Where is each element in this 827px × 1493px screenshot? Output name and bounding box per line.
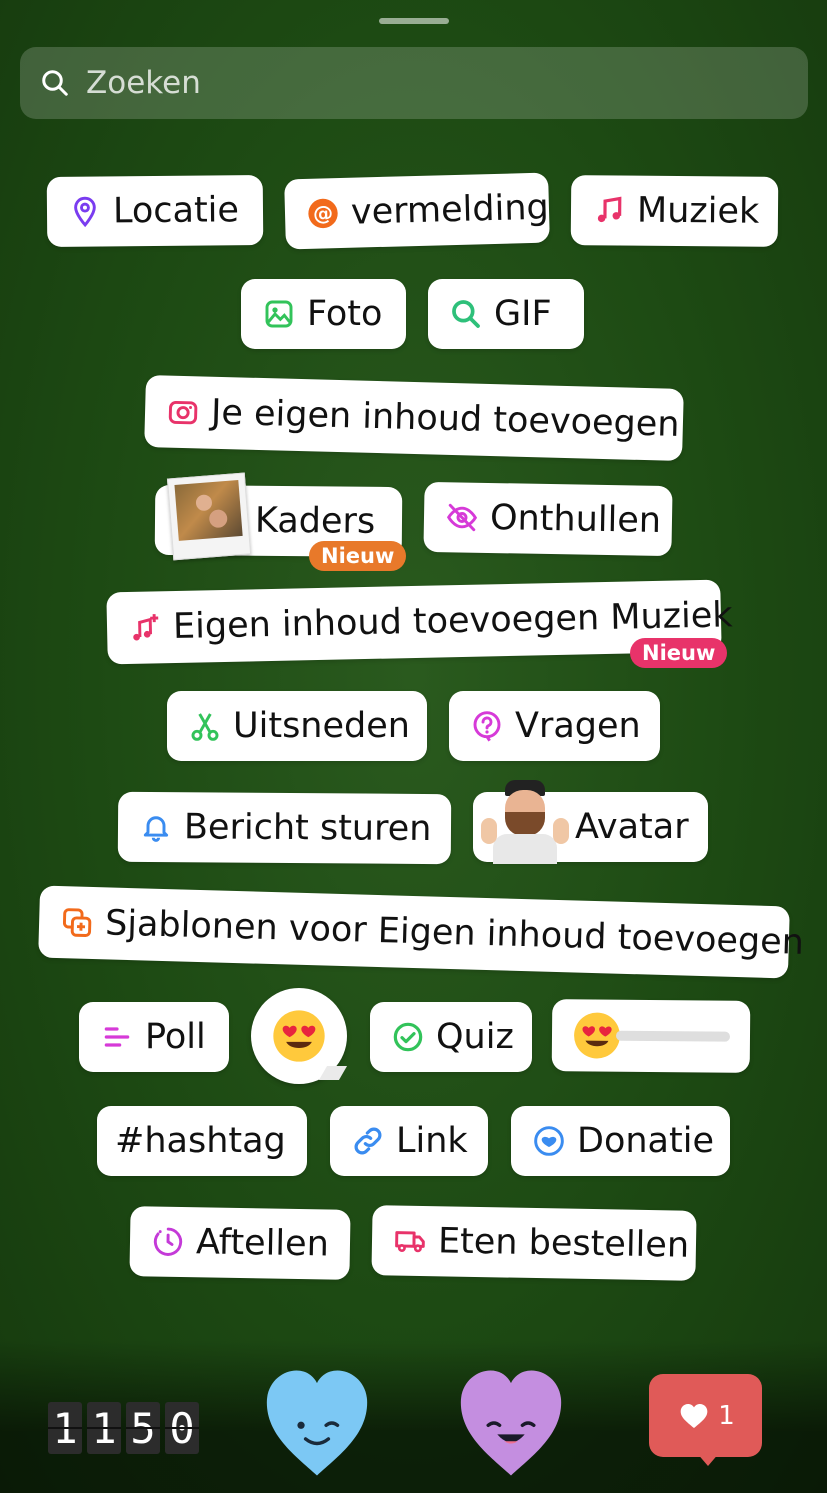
- check-circle-icon: [392, 1021, 424, 1053]
- counter-digit: 5: [126, 1402, 160, 1454]
- sticker-label: Poll: [145, 1017, 206, 1057]
- sticker-location[interactable]: Locatie: [46, 175, 264, 247]
- new-badge: Nieuw: [309, 541, 407, 571]
- like-bubble-tail: [696, 1452, 720, 1466]
- svg-text:@: @: [313, 201, 334, 226]
- like-count-bubble[interactable]: 1: [649, 1374, 762, 1457]
- sticker-label: Foto: [307, 294, 383, 334]
- poll-lines-icon: [101, 1021, 133, 1053]
- sticker-label: Aftellen: [195, 1222, 330, 1265]
- sticker-label: Locatie: [112, 190, 240, 232]
- sticker-gif[interactable]: GIF: [428, 279, 584, 349]
- sticker-emoji-slider[interactable]: [551, 999, 751, 1073]
- eye-off-icon: [446, 501, 479, 534]
- counter-digit: 0: [165, 1402, 199, 1454]
- photo-icon: [263, 298, 295, 330]
- sticker-label: Eten bestellen: [437, 1221, 690, 1266]
- like-count: 1: [718, 1400, 735, 1431]
- search-placeholder: Zoeken: [86, 65, 201, 101]
- sticker-reveal[interactable]: Onthullen: [423, 481, 673, 557]
- bell-icon: [140, 811, 172, 843]
- sticker-label: Uitsneden: [233, 706, 410, 746]
- purple-happy-heart-icon[interactable]: [447, 1366, 575, 1480]
- sticker-poll[interactable]: Poll: [79, 1002, 229, 1072]
- sticker-donation[interactable]: Donatie: [511, 1106, 730, 1176]
- blue-winking-heart-icon[interactable]: [253, 1366, 381, 1480]
- gif-search-icon: [450, 298, 482, 330]
- sticker-label: Je eigen inhoud toevoegen: [210, 392, 681, 445]
- sticker-label: Kaders: [254, 500, 376, 542]
- counter-digit: 1: [87, 1402, 121, 1454]
- search-icon: [42, 70, 68, 96]
- sticker-templates[interactable]: Sjablonen voor Eigen inhoud toevoegen: [38, 885, 804, 979]
- sticker-label: Quiz: [436, 1017, 514, 1057]
- heart-eyes-emoji-icon: [273, 1010, 325, 1062]
- sticker-label: vermelding: [350, 187, 550, 233]
- sticker-mention[interactable]: @ vermelding: [284, 172, 550, 250]
- sticker-avatar[interactable]: Avatar: [473, 780, 708, 864]
- sticker-label: Onthullen: [489, 497, 662, 541]
- new-badge: Nieuw: [630, 638, 728, 668]
- delivery-truck-icon: [394, 1225, 427, 1258]
- sticker-label: GIF: [494, 294, 552, 334]
- threads-mention-icon: @: [307, 197, 340, 230]
- location-pin-icon: [69, 195, 101, 228]
- sticker-food-order[interactable]: Eten bestellen: [371, 1205, 697, 1281]
- heart-eyes-emoji-icon: [574, 1012, 620, 1059]
- music-add-icon: [129, 611, 162, 644]
- countdown-timer-icon: [152, 1225, 185, 1258]
- sticker-label: Sjablonen voor Eigen inhoud toevoegen: [104, 903, 805, 963]
- counter-digit: 1: [48, 1402, 82, 1454]
- sticker-photo[interactable]: Foto: [241, 279, 406, 349]
- sticker-label: #hashtag: [115, 1121, 286, 1161]
- sticker-link[interactable]: Link: [330, 1106, 488, 1176]
- sticker-label: Vragen: [515, 706, 641, 746]
- sticker-label: Link: [396, 1121, 468, 1161]
- question-icon: [471, 710, 503, 742]
- drag-handle[interactable]: [379, 18, 449, 24]
- slider-track[interactable]: [615, 1030, 731, 1042]
- music-note-icon: [593, 194, 625, 226]
- frames-photo-thumbnail: [166, 472, 252, 561]
- sticker-add-yours[interactable]: Je eigen inhoud toevoegen: [144, 374, 684, 462]
- sticker-cutouts[interactable]: Uitsneden: [167, 691, 427, 761]
- heart-icon: [680, 1403, 708, 1428]
- scissors-icon: [189, 710, 221, 742]
- sticker-emoji-reaction[interactable]: [251, 988, 348, 1084]
- sticker-countdown[interactable]: Aftellen: [129, 1206, 351, 1280]
- search-bar[interactable]: Zoeken: [20, 47, 808, 119]
- sticker-music[interactable]: Muziek: [570, 175, 779, 247]
- link-icon: [352, 1125, 384, 1157]
- sticker-label: Muziek: [636, 190, 760, 232]
- sticker-questions[interactable]: Vragen: [449, 691, 660, 761]
- sticker-hashtag[interactable]: #hashtag: [97, 1106, 307, 1176]
- template-add-icon: [61, 906, 94, 939]
- avatar-thumbnail: [479, 778, 571, 864]
- sticker-notify[interactable]: Bericht sturen: [117, 791, 452, 865]
- donation-heart-icon: [533, 1125, 565, 1157]
- sticker-label: Donatie: [577, 1121, 714, 1161]
- sticker-quiz[interactable]: Quiz: [370, 1002, 532, 1072]
- sticker-label: Bericht sturen: [183, 807, 432, 850]
- sticker-label: Avatar: [575, 807, 689, 847]
- camera-icon: [167, 396, 200, 429]
